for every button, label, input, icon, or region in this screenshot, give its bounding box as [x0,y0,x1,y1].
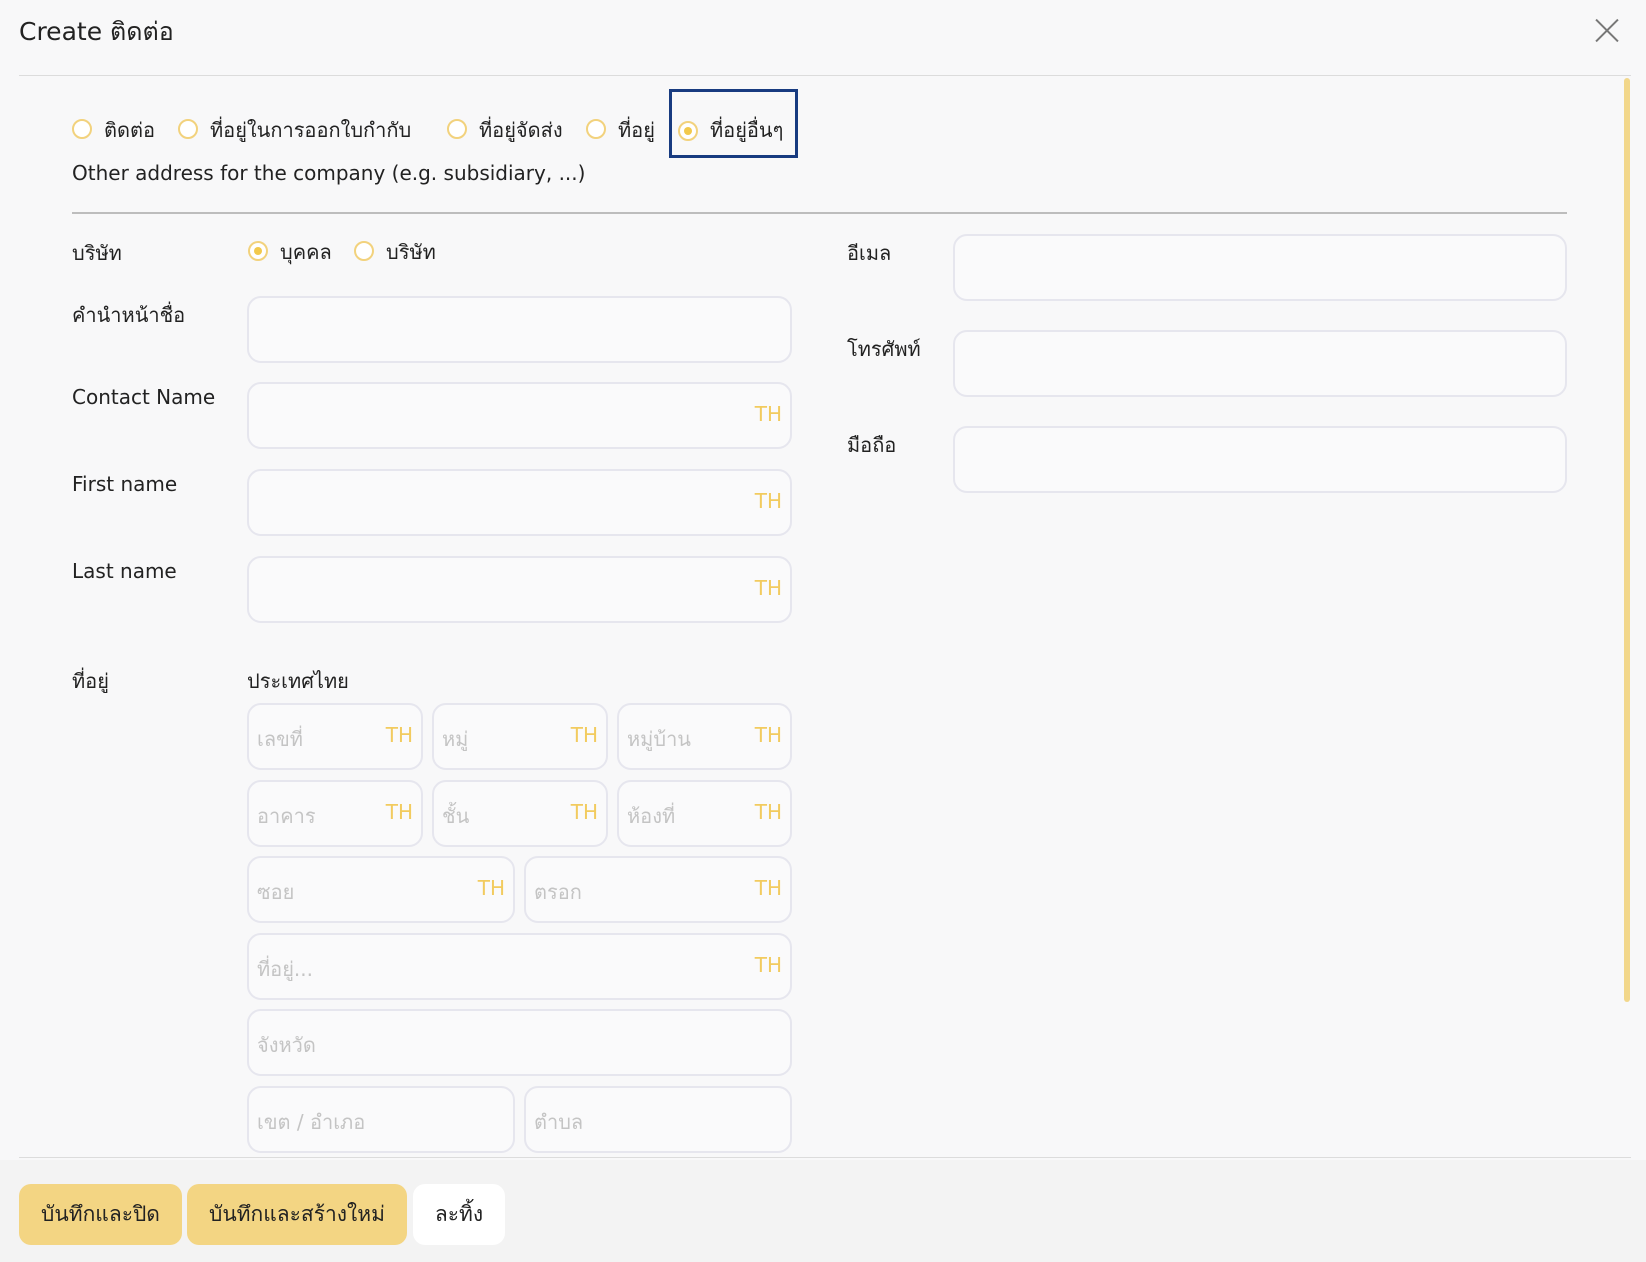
radio-contact[interactable] [72,119,92,139]
radio-company[interactable] [354,241,374,261]
first-name-label: First name [72,472,178,496]
last-name-label: Last name [72,559,177,583]
radio-other-address[interactable] [678,121,698,141]
moo-field[interactable]: หมู่ TH [432,703,608,770]
first-name-field[interactable]: TH [247,469,792,536]
radio-label-contact: ติดต่อ [104,118,155,142]
last-name-field[interactable]: TH [247,556,792,623]
company-label: บริษัท [72,241,122,265]
title-field[interactable] [247,296,792,363]
village-field[interactable]: หมู่บ้าน TH [617,703,792,770]
address-label: ที่อยู่ [72,669,109,693]
contact-name-field[interactable]: TH [247,382,792,449]
divider [19,1157,1631,1158]
address-type-description: Other address for the company (e.g. subs… [72,161,586,185]
province-field[interactable]: จังหวัด [247,1009,792,1076]
divider [19,75,1631,76]
placeholder: ห้องที่ [627,804,676,828]
dialog-title: Create ติดต่อ [19,17,174,46]
discard-button[interactable]: ละทิ้ง [413,1184,505,1245]
building-field[interactable]: อาคาร TH [247,780,423,847]
soi-field[interactable]: ซอย TH [247,856,515,923]
subdistrict-field[interactable]: ตำบล [524,1086,792,1153]
contact-name-label: Contact Name [72,385,216,409]
lang-tag[interactable]: TH [755,723,782,747]
email-field[interactable] [953,234,1567,301]
placeholder: ชั้น [442,804,470,828]
placeholder: อาคาร [257,804,316,828]
placeholder: ซอย [257,880,295,904]
mobile-label: มือถือ [847,433,897,457]
lang-tag[interactable]: TH [755,876,782,900]
divider [72,212,1567,214]
radio-address[interactable] [586,119,606,139]
email-label: อีเมล [847,241,892,265]
radio-label-invoice-address: ที่อยู่ในการออกใบกำกับ [210,118,412,142]
phone-label: โทรศัพท์ [847,337,921,361]
save-new-button[interactable]: บันทึกและสร้างใหม่ [187,1184,407,1245]
lang-tag[interactable]: TH [755,800,782,824]
lang-tag[interactable]: TH [755,402,782,426]
lang-tag[interactable]: TH [755,576,782,600]
lang-tag[interactable]: TH [386,800,413,824]
close-icon[interactable] [1590,14,1624,48]
radio-delivery-address[interactable] [447,119,467,139]
title-label: คำนำหน้าชื่อ [72,303,186,327]
radio-invoice-address[interactable] [178,119,198,139]
floor-field[interactable]: ชั้น TH [432,780,608,847]
radio-label-individual: บุคคล [280,240,332,264]
placeholder: ตำบล [534,1110,584,1134]
mobile-field[interactable] [953,426,1567,493]
placeholder: ที่อยู่... [257,957,313,981]
lang-tag[interactable]: TH [571,723,598,747]
phone-field[interactable] [953,330,1567,397]
scrollbar[interactable] [1624,78,1630,1002]
placeholder: หมู่ [442,727,469,751]
house-number-field[interactable]: เลขที่ TH [247,703,423,770]
district-field[interactable]: เขต / อำเภอ [247,1086,515,1153]
placeholder: หมู่บ้าน [627,727,691,751]
radio-label-address: ที่อยู่ [618,118,655,142]
lang-tag[interactable]: TH [571,800,598,824]
radio-individual[interactable] [248,241,268,261]
room-field[interactable]: ห้องที่ TH [617,780,792,847]
lang-tag[interactable]: TH [755,953,782,977]
placeholder: เขต / อำเภอ [257,1110,366,1134]
placeholder: จังหวัด [257,1033,316,1057]
placeholder: เลขที่ [257,727,303,751]
radio-label-company: บริษัท [386,240,436,264]
radio-label-other-address: ที่อยู่อื่นๆ [710,118,784,142]
save-close-button[interactable]: บันทึกและปิด [19,1184,182,1245]
alley-field[interactable]: ตรอก TH [524,856,792,923]
lang-tag[interactable]: TH [386,723,413,747]
country-label: ประเทศไทย [247,669,349,693]
street-field[interactable]: ที่อยู่... TH [247,933,792,1000]
lang-tag[interactable]: TH [755,489,782,513]
lang-tag[interactable]: TH [478,876,505,900]
placeholder: ตรอก [534,880,582,904]
radio-label-delivery-address: ที่อยู่จัดส่ง [479,118,563,142]
